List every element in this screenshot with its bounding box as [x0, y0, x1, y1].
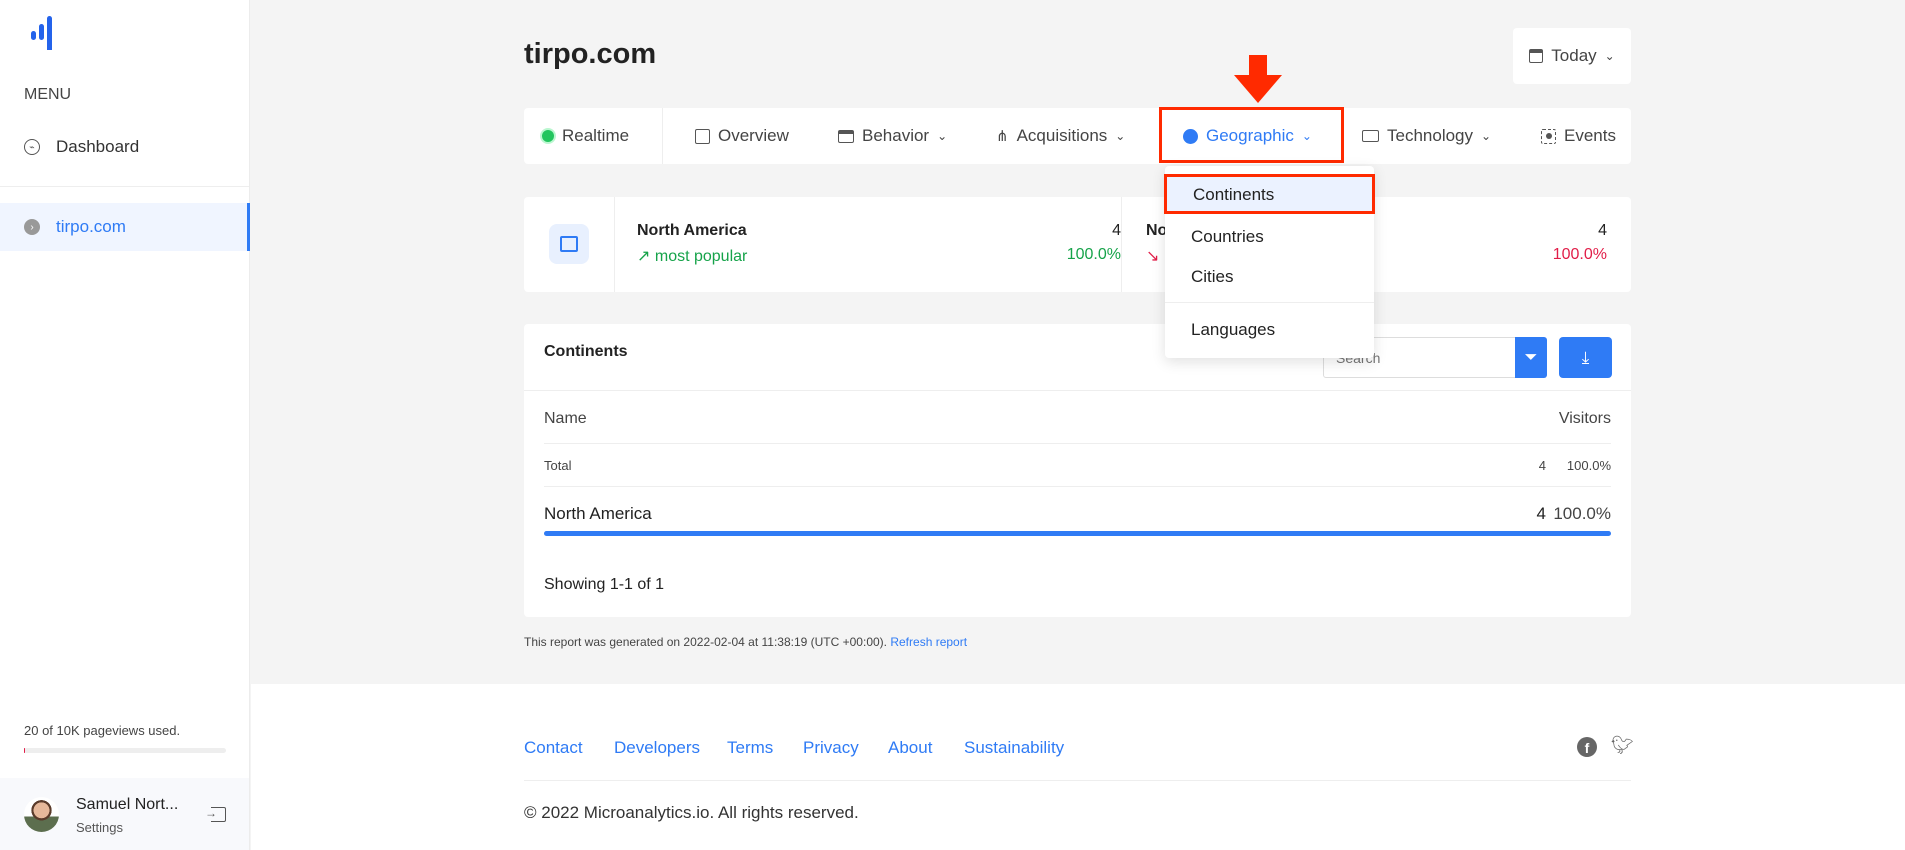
globe-icon — [1183, 128, 1198, 144]
top-continent-name: North America — [637, 222, 747, 239]
tab-label: Acquisitions — [1016, 126, 1108, 145]
user-name[interactable]: Samuel Nort... — [76, 796, 178, 814]
footer-link-terms[interactable]: Terms — [727, 738, 773, 758]
tab-label: Behavior — [862, 126, 930, 145]
download-button[interactable]: ⤓ — [1559, 337, 1612, 378]
row-value: 4 — [1536, 504, 1546, 523]
tab-label: Realtime — [562, 126, 630, 145]
chevron-down-icon: ⌄ — [1115, 129, 1126, 143]
avatar[interactable] — [24, 797, 59, 832]
map-icon — [549, 224, 589, 264]
facebook-icon[interactable]: f — [1577, 737, 1597, 757]
dropdown-item-continents[interactable]: Continents — [1164, 174, 1375, 214]
arrow-annotation-icon — [1234, 55, 1282, 103]
dropdown-item-cities[interactable]: Cities — [1165, 262, 1374, 292]
tab-realtime[interactable]: Realtime — [542, 108, 629, 164]
tab-label: Technology — [1387, 126, 1474, 145]
usage-text: 20 of 10K pageviews used. — [24, 723, 181, 738]
tab-label: Geographic — [1206, 126, 1294, 145]
top-percent: 100.0% — [1066, 246, 1121, 263]
tab-label: Events — [1564, 126, 1616, 145]
total-label: Total — [544, 458, 572, 473]
chevron-down-icon: ⌄ — [937, 129, 948, 143]
top-value: 4 — [1112, 222, 1121, 239]
settings-link[interactable]: Settings — [76, 820, 123, 835]
dropdown-item-languages[interactable]: Languages — [1165, 315, 1374, 345]
footer-link-about[interactable]: About — [888, 738, 932, 758]
arrow-down-right-icon: ↘ — [1146, 248, 1160, 265]
footer-link-developers[interactable]: Developers — [614, 738, 700, 758]
table-row[interactable]: North America 4 100.0% — [524, 494, 1631, 544]
tab-behavior[interactable]: Behavior ⌄ — [838, 108, 947, 164]
sidebar-item-tirpo[interactable]: › tirpo.com — [0, 203, 250, 251]
user-panel: Samuel Nort... Settings → — [0, 778, 249, 850]
dropdown-item-countries[interactable]: Countries — [1165, 222, 1374, 252]
sidebar-item-dashboard[interactable]: ⌁ Dashboard — [0, 130, 249, 164]
sidebar-item-label: Dashboard — [56, 137, 140, 156]
most-popular-label: ↗ most popular — [637, 246, 747, 266]
footer-link-sustainability[interactable]: Sustainability — [964, 738, 1064, 758]
tab-label: Overview — [718, 126, 789, 145]
footer-link-contact[interactable]: Contact — [524, 738, 583, 758]
filter-button[interactable]: ⏷ — [1515, 337, 1547, 378]
label-text: most popular — [654, 248, 748, 265]
table-title: Continents — [544, 343, 628, 360]
continents-table-card: Continents ⏷ ⤓ Name Visitors Total 4 100… — [524, 324, 1631, 617]
sidebar: MENU ⌁ Dashboard › tirpo.com 20 of 10K p… — [0, 0, 250, 850]
least-value: 4 — [1598, 222, 1607, 239]
report-info: This report was generated on 2022-02-04 … — [524, 635, 967, 649]
divider — [0, 186, 249, 187]
logout-icon[interactable]: → — [205, 807, 226, 822]
total-percent: 100.0% — [1566, 458, 1611, 473]
live-dot-icon — [542, 130, 554, 142]
report-text: This report was generated on 2022-02-04 … — [524, 635, 887, 649]
total-value: 4 — [1538, 458, 1546, 473]
filter-icon: ⏷ — [1524, 348, 1538, 366]
least-percent: 100.0% — [1552, 246, 1607, 263]
date-range-label: Today — [1551, 46, 1597, 65]
gauge-icon: ⌁ — [24, 139, 40, 155]
calendar-icon — [1529, 49, 1544, 63]
geographic-dropdown: Continents Countries Cities Languages — [1164, 166, 1375, 358]
devices-icon — [1362, 130, 1379, 142]
chart-icon — [695, 128, 710, 144]
footer — [251, 684, 1905, 850]
logo-icon[interactable] — [28, 14, 58, 50]
row-bar — [544, 531, 1611, 536]
sidebar-item-label: tirpo.com — [56, 217, 126, 236]
share-nodes-icon: ⋔ — [996, 128, 1009, 145]
page-title: tirpo.com — [524, 38, 657, 70]
date-range-button[interactable]: Today ⌄ — [1513, 28, 1631, 84]
usage-bar — [24, 748, 226, 753]
twitter-icon[interactable]: 🐦︎ — [1611, 735, 1634, 756]
column-header-visitors[interactable]: Visitors — [1559, 410, 1611, 428]
row-name: North America — [544, 504, 652, 523]
tab-overview[interactable]: Overview — [695, 108, 789, 164]
arrow-up-right-icon: ↗ — [637, 248, 651, 265]
window-icon — [838, 129, 854, 143]
tab-acquisitions[interactable]: ⋔ Acquisitions ⌄ — [996, 108, 1125, 164]
row-percent: 100.0% — [1553, 504, 1611, 523]
menu-label: MENU — [24, 86, 72, 103]
chevron-down-icon: ⌄ — [1301, 129, 1312, 143]
tab-geographic[interactable]: Geographic ⌄ — [1183, 108, 1312, 164]
chevron-down-icon: ⌄ — [1604, 49, 1615, 63]
tab-events[interactable]: Events — [1541, 108, 1616, 164]
chevron-circle-icon: › — [24, 219, 40, 235]
pagination-info: Showing 1-1 of 1 — [544, 576, 665, 593]
column-header-name[interactable]: Name — [544, 410, 587, 428]
report-nav: Realtime Overview Behavior ⌄ ⋔ Acquisition… — [524, 107, 1631, 164]
refresh-report-link[interactable]: Refresh report — [890, 635, 967, 649]
stats-card: North America ↗ most popular 4 100.0% No… — [524, 197, 1631, 292]
chevron-down-icon: ⌄ — [1481, 129, 1492, 143]
download-icon: ⤓ — [1581, 347, 1590, 367]
divider — [662, 108, 663, 164]
footer-link-privacy[interactable]: Privacy — [803, 738, 859, 758]
tab-technology[interactable]: Technology ⌄ — [1362, 108, 1491, 164]
copyright: © 2022 Microanalytics.io. All rights res… — [524, 803, 859, 822]
